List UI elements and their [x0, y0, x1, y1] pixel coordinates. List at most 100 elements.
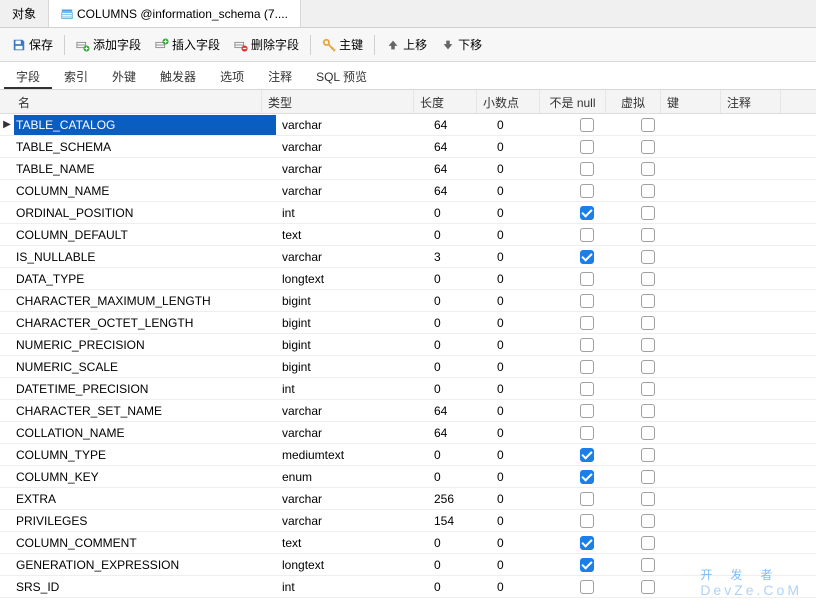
cell-not-null[interactable] — [554, 557, 620, 572]
cell-type[interactable]: varchar — [276, 137, 428, 157]
cell-length[interactable]: 0 — [428, 555, 491, 575]
checkbox-icon[interactable] — [580, 470, 594, 484]
cell-type[interactable]: varchar — [276, 247, 428, 267]
checkbox-icon[interactable] — [580, 140, 594, 154]
cell-decimals[interactable]: 0 — [491, 445, 554, 465]
cell-comment[interactable] — [735, 430, 795, 436]
table-row[interactable]: GENERATION_EXPRESSIONlongtext00 — [0, 554, 816, 576]
cell-virtual[interactable] — [620, 139, 675, 154]
cell-type[interactable]: bigint — [276, 335, 428, 355]
cell-decimals[interactable]: 0 — [491, 137, 554, 157]
cell-type[interactable]: enum — [276, 467, 428, 487]
col-virtual[interactable]: 虚拟 — [606, 90, 661, 113]
checkbox-icon[interactable] — [641, 536, 655, 550]
cell-name[interactable]: COLUMN_DEFAULT — [14, 225, 276, 245]
cell-key[interactable] — [675, 122, 735, 128]
cell-name[interactable]: IS_NULLABLE — [14, 247, 276, 267]
table-row[interactable]: ▶TABLE_CATALOGvarchar640 — [0, 114, 816, 136]
checkbox-icon[interactable] — [580, 558, 594, 572]
cell-decimals[interactable]: 0 — [491, 225, 554, 245]
cell-comment[interactable] — [735, 408, 795, 414]
cell-key[interactable] — [675, 540, 735, 546]
cell-not-null[interactable] — [554, 491, 620, 506]
cell-type[interactable]: varchar — [276, 115, 428, 135]
cell-key[interactable] — [675, 254, 735, 260]
cell-length[interactable]: 64 — [428, 115, 491, 135]
cell-virtual[interactable] — [620, 315, 675, 330]
cell-length[interactable]: 0 — [428, 577, 491, 597]
col-decimals[interactable]: 小数点 — [477, 90, 540, 113]
cell-key[interactable] — [675, 144, 735, 150]
cell-comment[interactable] — [735, 496, 795, 502]
checkbox-icon[interactable] — [641, 404, 655, 418]
table-row[interactable]: COLLATION_NAMEvarchar640 — [0, 422, 816, 444]
cell-comment[interactable] — [735, 584, 795, 590]
cell-length[interactable]: 0 — [428, 467, 491, 487]
checkbox-icon[interactable] — [641, 426, 655, 440]
checkbox-icon[interactable] — [641, 118, 655, 132]
cell-not-null[interactable] — [554, 161, 620, 176]
cell-decimals[interactable]: 0 — [491, 313, 554, 333]
cell-virtual[interactable] — [620, 249, 675, 264]
cell-type[interactable]: int — [276, 203, 428, 223]
cell-decimals[interactable]: 0 — [491, 335, 554, 355]
cell-comment[interactable] — [735, 364, 795, 370]
cell-type[interactable]: int — [276, 577, 428, 597]
checkbox-icon[interactable] — [641, 140, 655, 154]
cell-type[interactable]: varchar — [276, 401, 428, 421]
checkbox-icon[interactable] — [580, 382, 594, 396]
checkbox-icon[interactable] — [641, 272, 655, 286]
cell-length[interactable]: 0 — [428, 357, 491, 377]
checkbox-icon[interactable] — [641, 558, 655, 572]
cell-virtual[interactable] — [620, 535, 675, 550]
cell-key[interactable] — [675, 210, 735, 216]
cell-virtual[interactable] — [620, 557, 675, 572]
cell-comment[interactable] — [735, 320, 795, 326]
checkbox-icon[interactable] — [580, 206, 594, 220]
col-key[interactable]: 键 — [661, 90, 721, 113]
cell-length[interactable]: 256 — [428, 489, 491, 509]
cell-name[interactable]: NUMERIC_SCALE — [14, 357, 276, 377]
save-button[interactable]: 保存 — [6, 32, 59, 57]
checkbox-icon[interactable] — [580, 228, 594, 242]
cell-comment[interactable] — [735, 122, 795, 128]
checkbox-icon[interactable] — [580, 184, 594, 198]
cell-comment[interactable] — [735, 474, 795, 480]
cell-length[interactable]: 0 — [428, 225, 491, 245]
cell-name[interactable]: DATA_TYPE — [14, 269, 276, 289]
cell-name[interactable]: ORDINAL_POSITION — [14, 203, 276, 223]
checkbox-icon[interactable] — [641, 580, 655, 594]
checkbox-icon[interactable] — [641, 514, 655, 528]
cell-comment[interactable] — [735, 210, 795, 216]
cell-name[interactable]: CHARACTER_MAXIMUM_LENGTH — [14, 291, 276, 311]
checkbox-icon[interactable] — [580, 272, 594, 286]
cell-comment[interactable] — [735, 452, 795, 458]
table-row[interactable]: DATETIME_PRECISIONint00 — [0, 378, 816, 400]
checkbox-icon[interactable] — [641, 338, 655, 352]
cell-key[interactable] — [675, 320, 735, 326]
table-row[interactable]: CHARACTER_SET_NAMEvarchar640 — [0, 400, 816, 422]
cell-type[interactable]: varchar — [276, 511, 428, 531]
delete-field-button[interactable]: 删除字段 — [228, 32, 305, 57]
cell-virtual[interactable] — [620, 491, 675, 506]
cell-type[interactable]: varchar — [276, 181, 428, 201]
table-row[interactable]: ORDINAL_POSITIONint00 — [0, 202, 816, 224]
cell-type[interactable]: bigint — [276, 291, 428, 311]
cell-type[interactable]: text — [276, 225, 428, 245]
cell-comment[interactable] — [735, 254, 795, 260]
cell-virtual[interactable] — [620, 337, 675, 352]
cell-virtual[interactable] — [620, 469, 675, 484]
cell-virtual[interactable] — [620, 205, 675, 220]
checkbox-icon[interactable] — [641, 448, 655, 462]
cell-name[interactable]: COLUMN_COMMENT — [14, 533, 276, 553]
cell-not-null[interactable] — [554, 535, 620, 550]
checkbox-icon[interactable] — [580, 316, 594, 330]
cell-comment[interactable] — [735, 298, 795, 304]
tab-sql-preview[interactable]: SQL 预览 — [304, 62, 379, 89]
tab-indexes[interactable]: 索引 — [52, 62, 100, 89]
cell-type[interactable]: mediumtext — [276, 445, 428, 465]
cell-virtual[interactable] — [620, 513, 675, 528]
cell-name[interactable]: PRIVILEGES — [14, 511, 276, 531]
cell-type[interactable]: varchar — [276, 423, 428, 443]
checkbox-icon[interactable] — [641, 492, 655, 506]
